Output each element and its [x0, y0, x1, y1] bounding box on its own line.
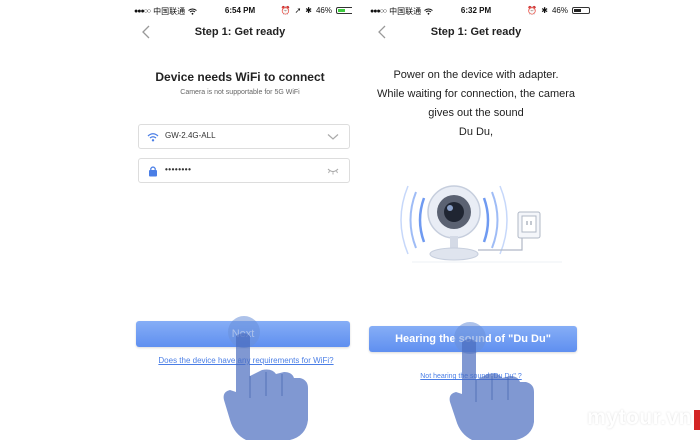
lock-icon — [149, 166, 157, 177]
next-button[interactable]: Next — [136, 321, 350, 347]
instruction-line: While waiting for connection, the camera — [376, 88, 576, 100]
nav-bar: Step 1: Get ready — [116, 22, 364, 44]
hearing-sound-button[interactable]: Hearing the sound of "Du Du" — [369, 326, 577, 352]
wifi-requirements-link[interactable]: Does the device have any requirements fo… — [124, 356, 368, 365]
bluetooth-icon: ✱ — [541, 6, 548, 15]
location-icon: ➚ — [294, 6, 302, 15]
alarm-icon: ⏰ — [527, 6, 538, 15]
bluetooth-icon: ✱ — [305, 6, 312, 15]
instruction-line: gives out the sound — [428, 107, 524, 119]
password-value: •••••••• — [165, 165, 192, 174]
wifi-name-value: GW-2.4G-ALL — [165, 131, 216, 140]
nav-bar: Step 1: Get ready — [352, 22, 600, 44]
wifi-icon — [147, 133, 159, 142]
phone-screen-power-on: ●●●○○ 中国联通 6:32 PM ⏰ ✱ 46% Step 1: Get r… — [352, 0, 600, 440]
battery-percent: 46% — [315, 6, 332, 15]
watermark-logo: mytour.vn — [587, 406, 700, 430]
not-hearing-sound-link[interactable]: Not hearing the sound "Du Du" ? — [352, 373, 590, 380]
status-bar: ●●●○○ 中国联通 6:54 PM ⏰ ➚ ✱ 46% — [116, 6, 364, 20]
phone-screen-wifi-setup: ●●●○○ 中国联通 6:54 PM ⏰ ➚ ✱ 46% Step 1: Get… — [116, 0, 364, 440]
wifi-heading: Device needs WiFi to connect — [155, 70, 325, 84]
alarm-icon: ⏰ — [280, 6, 291, 15]
power-on-instructions: Power on the device with adapter. While … — [362, 66, 590, 142]
watermark-text: mytour.vn — [587, 406, 692, 429]
watermark-tag — [694, 410, 700, 430]
wifi-password-field[interactable]: •••••••• — [138, 158, 350, 183]
camera-icon — [427, 185, 481, 261]
power-outlet-icon — [517, 211, 541, 239]
page-title: Step 1: Get ready — [430, 26, 522, 38]
page-title: Step 1: Get ready — [194, 26, 286, 38]
wifi-subheading: Camera is not supportable for 5G WiFi — [180, 89, 300, 96]
battery-percent: 46% — [551, 6, 568, 15]
status-bar: ●●●○○ 中国联通 6:32 PM ⏰ ✱ 46% — [352, 6, 600, 20]
battery-icon — [572, 7, 590, 14]
wifi-name-select[interactable]: GW-2.4G-ALL — [138, 124, 350, 149]
eye-closed-icon[interactable] — [327, 167, 339, 175]
chevron-down-icon[interactable] — [327, 133, 339, 141]
camera-illustration — [400, 185, 562, 263]
instruction-line: Power on the device with adapter. — [393, 69, 559, 81]
instruction-line: Du Du, — [458, 126, 494, 138]
